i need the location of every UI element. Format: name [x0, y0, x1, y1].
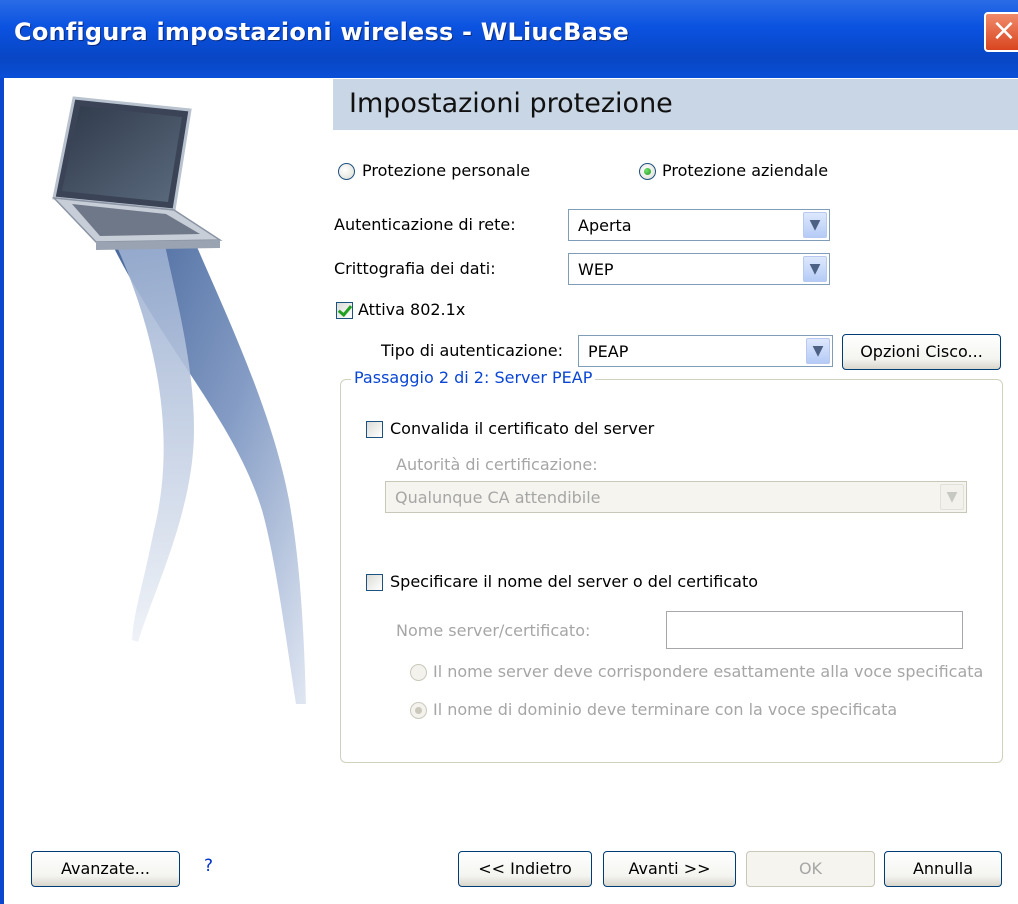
auth-type-label: Tipo di autenticazione: — [381, 341, 563, 360]
window-border — [0, 78, 4, 904]
specify-server-label[interactable]: Specificare il nome del server o del cer… — [390, 572, 758, 591]
title-bar[interactable]: Configura impostazioni wireless - WLiucB… — [0, 0, 1018, 78]
data-encryption-value: WEP — [578, 260, 614, 279]
help-icon[interactable]: ? — [204, 856, 213, 876]
section-header: Impostazioni protezione — [333, 79, 1018, 130]
enable-8021x-label[interactable]: Attiva 802.1x — [358, 300, 465, 319]
radio-personal-protection[interactable] — [338, 163, 355, 180]
exact-match-label[interactable]: Il nome server deve corrispondere esatta… — [433, 662, 983, 681]
dialog-window: Configura impostazioni wireless - WLiucB… — [0, 0, 1018, 904]
ca-select[interactable]: Qualunque CA attendibile ▼ — [385, 481, 967, 513]
window-title: Configura impostazioni wireless - WLiucB… — [14, 18, 629, 46]
validate-cert-label[interactable]: Convalida il certificato del server — [390, 419, 654, 438]
radio-enterprise-protection[interactable] — [639, 163, 656, 180]
ok-button[interactable]: OK — [746, 851, 875, 887]
laptop-illustration — [52, 96, 306, 704]
ca-value: Qualunque CA attendibile — [395, 488, 601, 507]
chevron-down-icon[interactable]: ▼ — [803, 256, 827, 282]
personal-protection-label[interactable]: Protezione personale — [362, 161, 530, 180]
validate-cert-checkbox[interactable] — [366, 421, 383, 438]
cancel-button[interactable]: Annulla — [884, 851, 1002, 887]
chevron-down-icon[interactable]: ▼ — [940, 484, 964, 510]
server-name-input[interactable] — [666, 611, 963, 649]
chevron-down-icon[interactable]: ▼ — [806, 338, 830, 364]
data-encryption-select[interactable]: WEP ▼ — [568, 253, 830, 285]
network-auth-label: Autenticazione di rete: — [334, 215, 516, 234]
server-name-label: Nome server/certificato: — [396, 621, 591, 640]
enterprise-protection-label[interactable]: Protezione aziendale — [662, 161, 828, 180]
next-button[interactable]: Avanti >> — [603, 851, 736, 887]
domain-match-label[interactable]: Il nome di dominio deve terminare con la… — [433, 700, 897, 719]
specify-server-checkbox[interactable] — [366, 574, 383, 591]
cisco-options-button[interactable]: Opzioni Cisco... — [842, 334, 1001, 370]
page-title: Impostazioni protezione — [349, 88, 673, 119]
auth-type-value: PEAP — [588, 342, 629, 361]
peap-group-label: Passaggio 2 di 2: Server PEAP — [351, 368, 596, 387]
back-button[interactable]: << Indietro — [458, 851, 592, 887]
ca-label: Autorità di certificazione: — [396, 455, 598, 474]
auth-type-select[interactable]: PEAP ▼ — [578, 335, 833, 367]
radio-domain-match[interactable] — [410, 702, 427, 719]
network-auth-value: Aperta — [578, 216, 632, 235]
chevron-down-icon[interactable]: ▼ — [803, 212, 827, 238]
enable-8021x-checkbox[interactable] — [336, 302, 353, 319]
data-encryption-label: Crittografia dei dati: — [334, 259, 496, 278]
network-auth-select[interactable]: Aperta ▼ — [568, 209, 830, 241]
advanced-button[interactable]: Avanzate... — [31, 851, 180, 887]
radio-exact-match[interactable] — [410, 664, 427, 681]
close-icon[interactable]: × — [984, 12, 1018, 52]
